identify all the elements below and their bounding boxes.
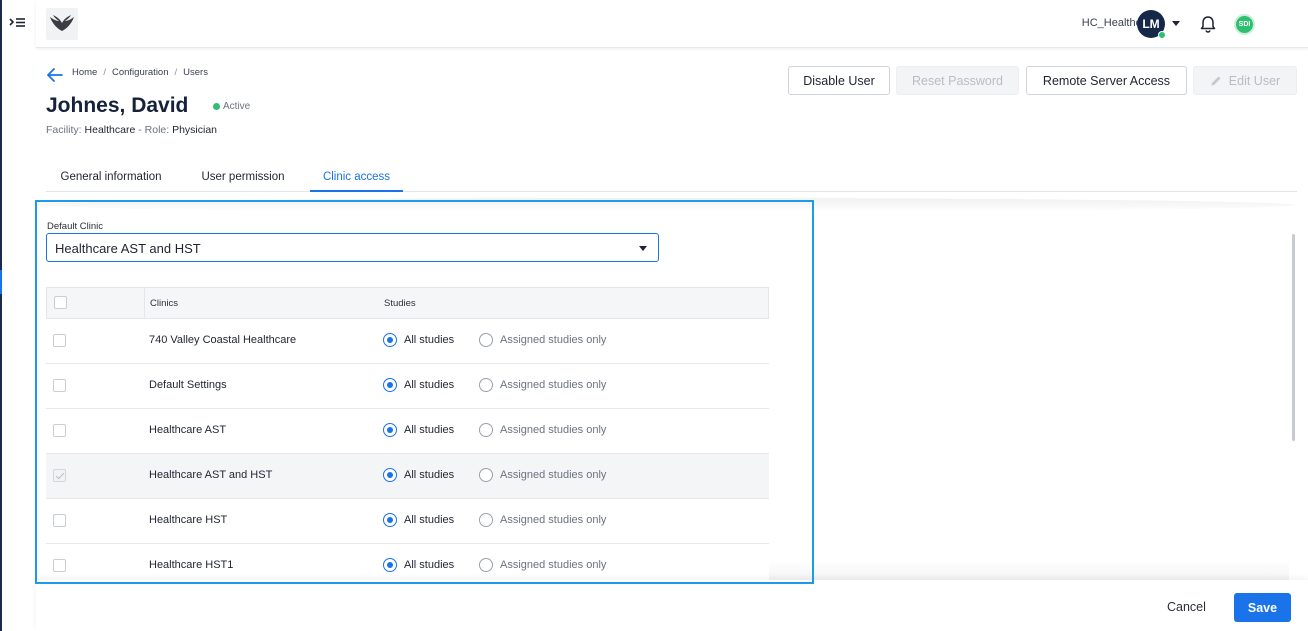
assigned-studies-label[interactable]: Assigned studies only: [500, 469, 606, 481]
avatar-initials: LM: [1142, 17, 1160, 31]
clinic-name: Healthcare AST: [149, 424, 227, 436]
all-studies-label[interactable]: All studies: [404, 514, 454, 526]
clinics-table: Clinics Studies 740 Valley Coastal Healt…: [46, 287, 769, 580]
header-divider: [144, 288, 145, 319]
row-checkbox[interactable]: [53, 424, 66, 437]
clinic-name: Default Settings: [149, 379, 227, 391]
table-header: Clinics Studies: [46, 287, 769, 319]
all-studies-radio[interactable]: [383, 423, 397, 437]
left-rail: [0, 0, 36, 631]
all-studies-label[interactable]: All studies: [404, 379, 454, 391]
default-clinic-label: Default Clinic: [47, 221, 103, 232]
select-all-checkbox[interactable]: [54, 296, 67, 309]
clinic-name: Healthcare HST1: [149, 559, 234, 571]
all-studies-label[interactable]: All studies: [404, 424, 454, 436]
edit-user-button[interactable]: Edit User: [1193, 66, 1297, 95]
reset-password-button[interactable]: Reset Password: [896, 66, 1019, 95]
app-page: HC_Healthcare LM SDI Home / Configuratio…: [0, 0, 1308, 631]
org-badge[interactable]: SDI: [1234, 14, 1255, 35]
pencil-icon: [1211, 76, 1221, 85]
facility-value: Healthcare: [84, 124, 136, 136]
table-row: Default Settings All studies Assigned stud…: [46, 364, 769, 409]
column-header-clinics: Clinics: [150, 298, 178, 309]
table-row: Healthcare AST and HST All studies Assigne…: [46, 454, 769, 499]
assigned-studies-radio[interactable]: [479, 513, 493, 527]
user-avatar[interactable]: LM: [1137, 10, 1166, 39]
bottom-fade: [769, 560, 1289, 582]
tab-bar: General information User permission Clin…: [46, 163, 1297, 192]
column-header-studies: Studies: [384, 298, 416, 309]
save-button[interactable]: Save: [1234, 593, 1291, 622]
chevron-down-icon: [639, 246, 647, 251]
vertical-scrollbar[interactable]: [1292, 234, 1295, 441]
edit-user-label: Edit User: [1228, 73, 1281, 88]
row-checkbox[interactable]: [53, 334, 66, 347]
account-menu-chevron-icon[interactable]: [1172, 21, 1180, 26]
assigned-studies-radio[interactable]: [479, 468, 493, 482]
rail-border: [0, 0, 2, 631]
app-logo[interactable]: [46, 8, 78, 40]
assigned-studies-label[interactable]: Assigned studies only: [500, 559, 606, 571]
table-row: Healthcare HST All studies Assigned studie…: [46, 499, 769, 544]
table-row: Healthcare HST1 All studies Assigned studi…: [46, 544, 769, 580]
assigned-studies-radio[interactable]: [479, 378, 493, 392]
default-clinic-select[interactable]: Healthcare AST and HST: [46, 233, 659, 262]
breadcrumb-separator: /: [103, 67, 106, 78]
breadcrumb-separator: /: [174, 67, 178, 78]
row-checkbox[interactable]: [53, 469, 66, 482]
clinic-name: Healthcare AST and HST: [149, 469, 273, 481]
row-checkbox[interactable]: [53, 379, 66, 392]
assigned-studies-label[interactable]: Assigned studies only: [500, 379, 606, 391]
section-shadow: [36, 198, 1296, 212]
tab-user-permission[interactable]: User permission: [186, 163, 300, 191]
assigned-studies-label[interactable]: Assigned studies only: [500, 424, 606, 436]
online-status-dot: [1158, 31, 1166, 39]
wings-logo-icon: [50, 15, 74, 31]
remote-server-access-button[interactable]: Remote Server Access: [1026, 66, 1187, 95]
footer-bar: Cancel Save: [36, 580, 1308, 631]
row-checkbox[interactable]: [53, 514, 66, 527]
all-studies-radio[interactable]: [383, 378, 397, 392]
all-studies-label[interactable]: All studies: [404, 559, 454, 571]
status-dot: [213, 103, 220, 110]
default-clinic-value: Healthcare AST and HST: [55, 241, 201, 256]
cancel-button[interactable]: Cancel: [1167, 600, 1206, 614]
role-value: Physician: [172, 124, 218, 136]
breadcrumb-users[interactable]: Users: [183, 67, 208, 78]
status-label: Active: [223, 101, 251, 112]
meta-separator: -: [135, 124, 145, 136]
clinic-name: 740 Valley Coastal Healthcare: [149, 334, 297, 346]
all-studies-label[interactable]: All studies: [404, 469, 454, 481]
breadcrumb-configuration[interactable]: Configuration: [112, 67, 169, 78]
all-studies-radio[interactable]: [383, 468, 397, 482]
status-badge: Active: [213, 101, 250, 112]
menu-toggle-icon[interactable]: [8, 15, 28, 33]
user-meta: Facility: Healthcare - Role: Physician: [46, 124, 217, 136]
all-studies-radio[interactable]: [383, 558, 397, 572]
role-label: Role:: [144, 124, 170, 136]
all-studies-label[interactable]: All studies: [404, 334, 454, 346]
tab-clinic-access[interactable]: Clinic access: [310, 163, 403, 192]
assigned-studies-radio[interactable]: [479, 333, 493, 347]
table-row: 740 Valley Coastal Healthcare All studies…: [46, 319, 769, 364]
table-row: Healthcare AST All studies Assigned studie…: [46, 409, 769, 454]
disable-user-button[interactable]: Disable User: [788, 66, 890, 95]
tab-general-information[interactable]: General information: [46, 163, 176, 191]
rail-active-indicator: [0, 270, 2, 294]
all-studies-radio[interactable]: [383, 513, 397, 527]
assigned-studies-radio[interactable]: [479, 423, 493, 437]
breadcrumb: Home / Configuration / Users: [72, 67, 208, 78]
assigned-studies-label[interactable]: Assigned studies only: [500, 514, 606, 526]
breadcrumb-home[interactable]: Home: [72, 67, 97, 78]
back-arrow-icon[interactable]: [46, 67, 64, 83]
assigned-studies-radio[interactable]: [479, 558, 493, 572]
page-title: Johnes, David: [46, 94, 189, 117]
row-checkbox[interactable]: [53, 559, 66, 572]
all-studies-radio[interactable]: [383, 333, 397, 347]
facility-label: Facility:: [46, 124, 82, 136]
table-body: 740 Valley Coastal Healthcare All studies…: [46, 319, 769, 580]
assigned-studies-label[interactable]: Assigned studies only: [500, 334, 606, 346]
clinic-name: Healthcare HST: [149, 514, 228, 526]
notification-bell-icon[interactable]: [1198, 14, 1218, 34]
